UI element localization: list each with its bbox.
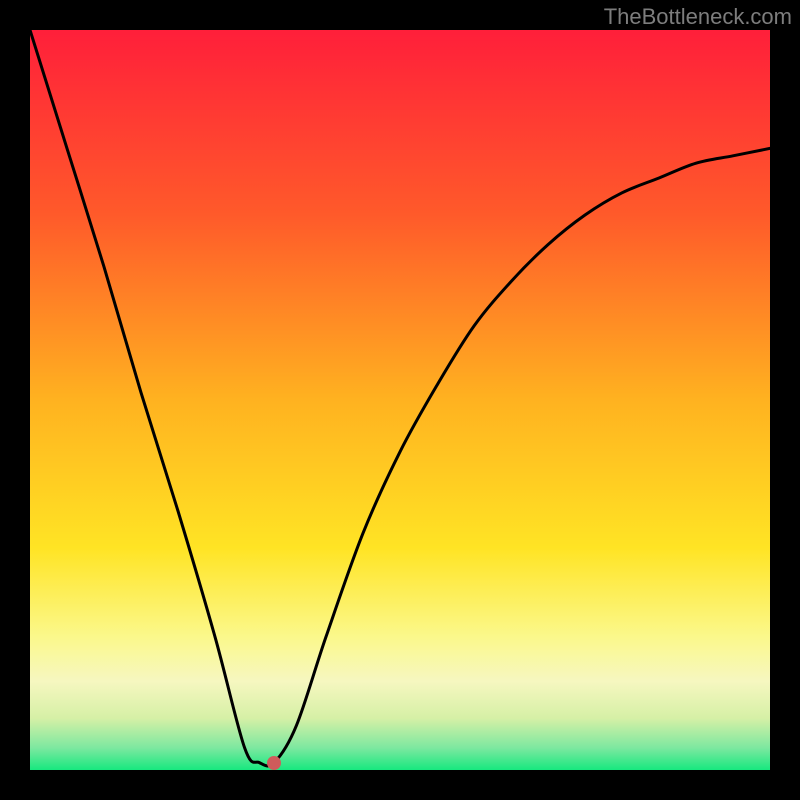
minimum-marker <box>267 756 281 770</box>
watermark-text: TheBottleneck.com <box>604 4 792 30</box>
chart-frame: TheBottleneck.com <box>0 0 800 800</box>
bottleneck-curve <box>30 30 770 770</box>
plot-area <box>30 30 770 770</box>
